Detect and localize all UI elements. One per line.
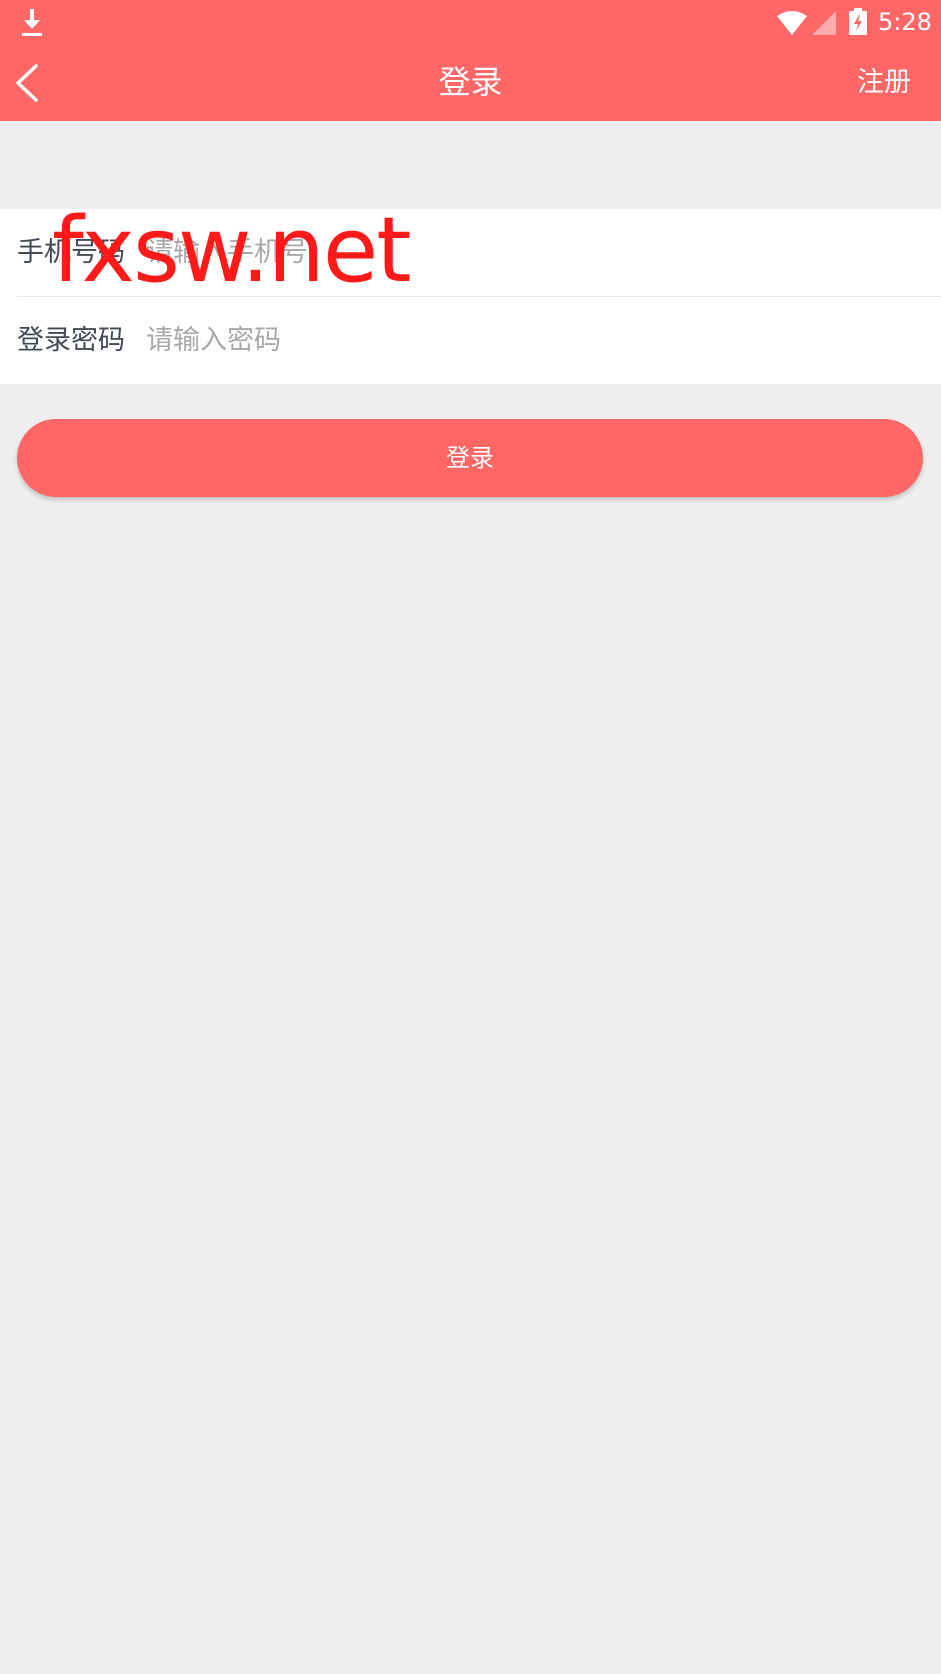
phone-input[interactable] <box>146 227 906 277</box>
login-button[interactable]: 登录 <box>17 419 923 497</box>
status-bar: 5:28 <box>0 0 941 44</box>
page-title: 登录 <box>438 63 503 101</box>
download-icon <box>22 9 42 36</box>
battery-charging-icon <box>849 8 867 35</box>
chevron-left-icon <box>16 64 38 102</box>
password-label: 登录密码 <box>17 325 125 356</box>
status-time: 5:28 <box>878 8 932 36</box>
back-button[interactable] <box>0 44 60 121</box>
nav-bar: 登录 注册 <box>0 44 941 121</box>
password-input[interactable] <box>146 315 906 365</box>
password-row: 登录密码 <box>0 297 941 384</box>
register-button[interactable]: 注册 <box>857 44 911 121</box>
phone-label: 手机号码 <box>17 237 125 268</box>
login-form: 手机号码 登录密码 <box>0 209 941 384</box>
phone-row: 手机号码 <box>0 209 941 296</box>
app-header: 5:28 登录 注册 <box>0 0 941 121</box>
signal-icon <box>812 11 836 35</box>
wifi-icon <box>777 11 807 35</box>
